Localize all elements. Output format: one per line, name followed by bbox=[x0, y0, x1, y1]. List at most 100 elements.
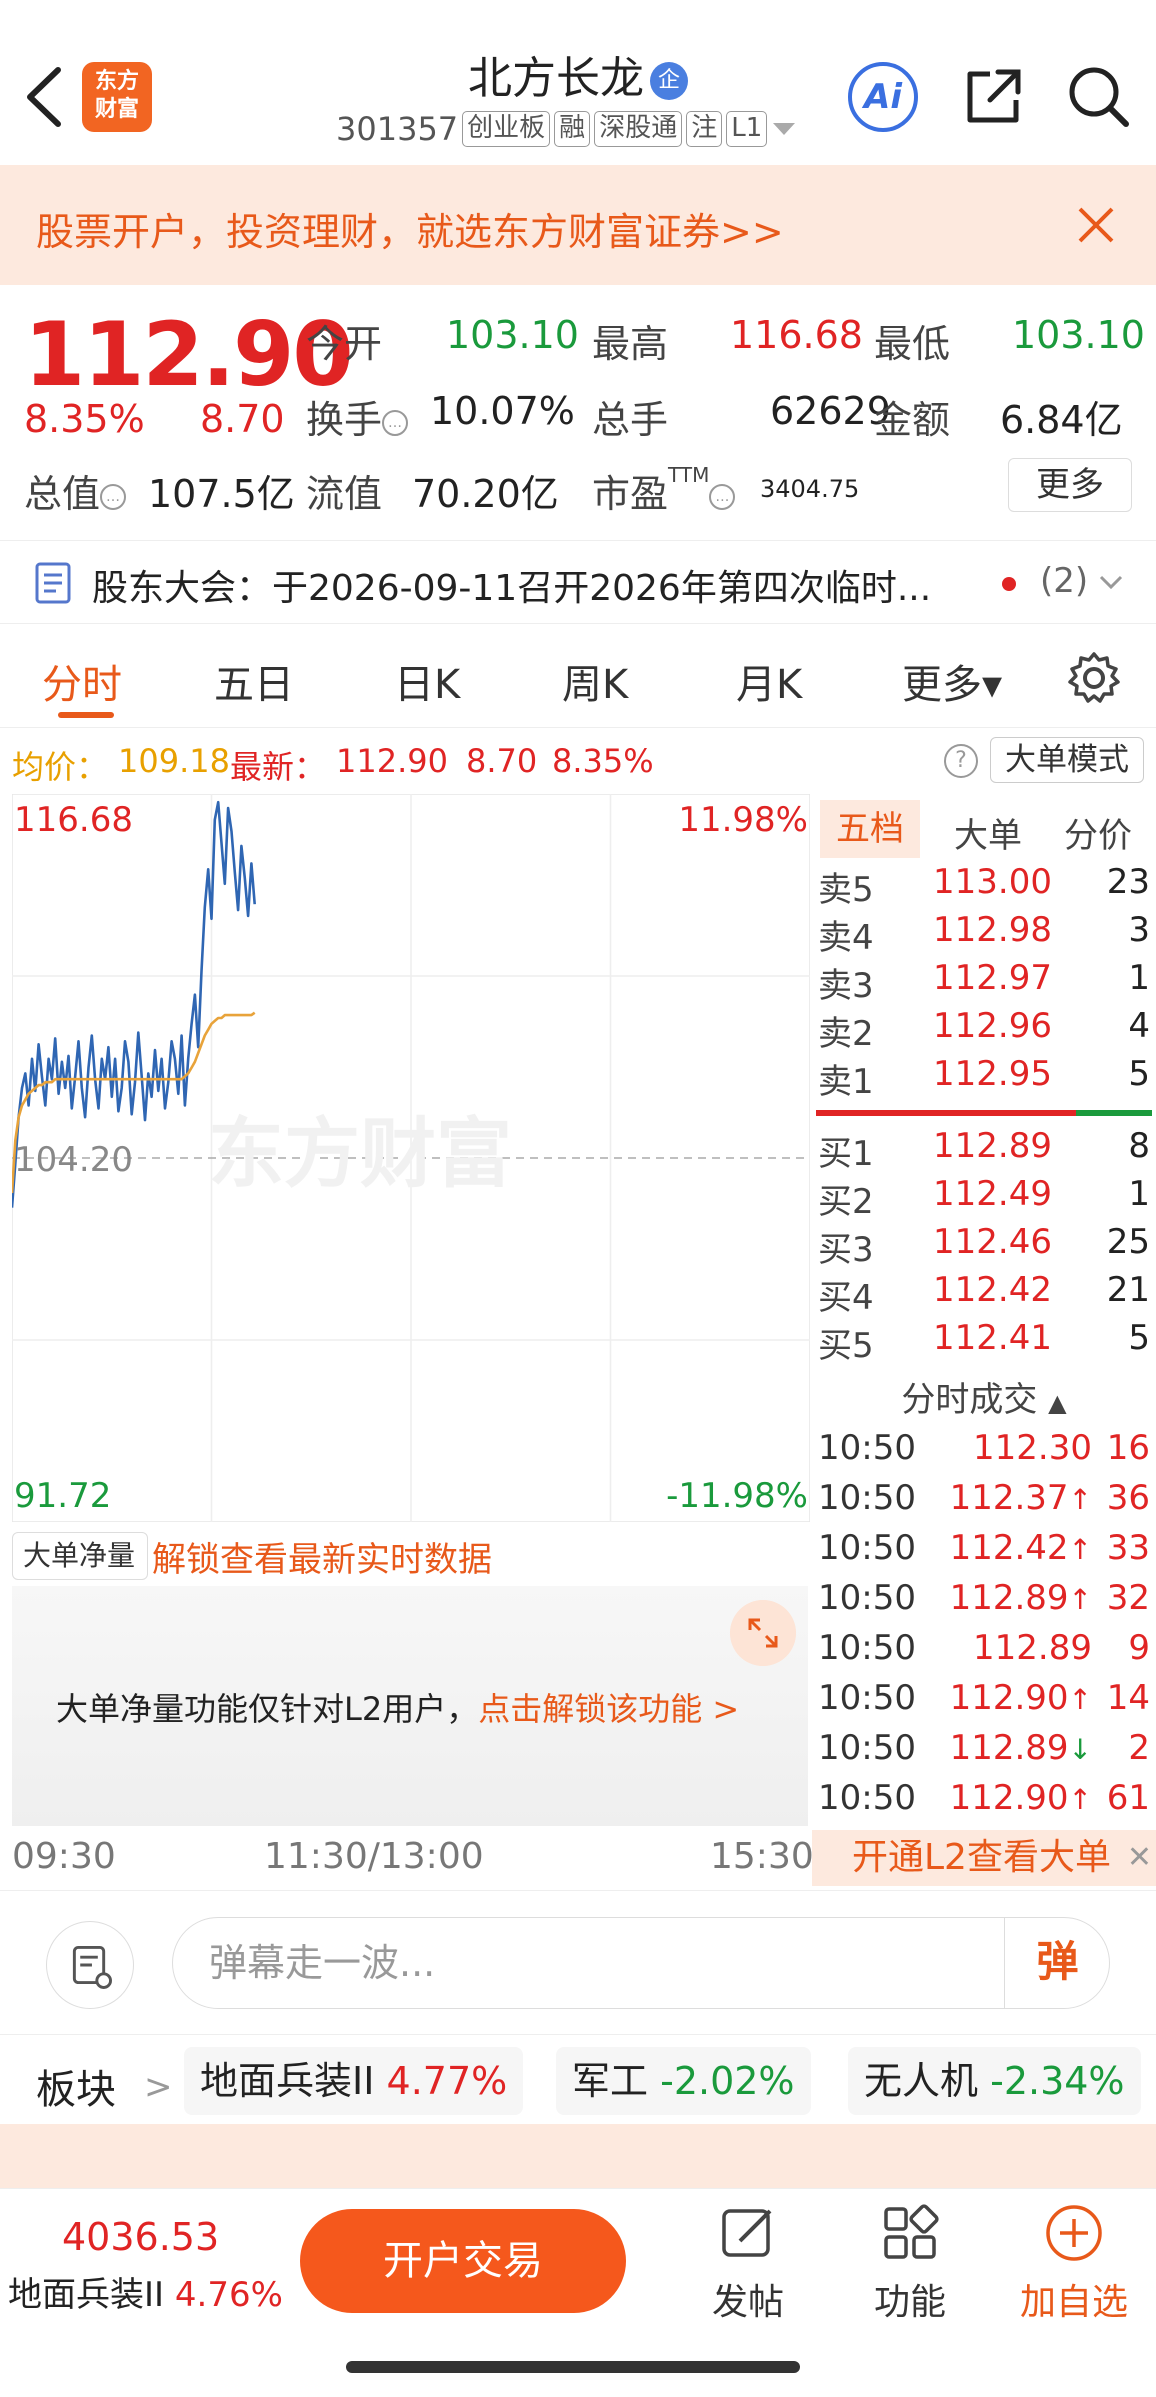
high-label: 最高 bbox=[592, 322, 669, 366]
l2-panel: 大单净量 ▼ 解锁查看最新实时数据 大单净量功能仅针对L2用户，点击解锁该功能 … bbox=[0, 1522, 810, 1826]
tab-monthly-k[interactable]: 月K bbox=[736, 652, 802, 710]
more-button[interactable]: 更多 bbox=[1008, 458, 1132, 512]
book-level-label: 卖4 bbox=[818, 918, 874, 958]
big-order-mode-button[interactable]: 大单模式 bbox=[990, 737, 1144, 783]
avg-value: 109.18 bbox=[118, 742, 230, 780]
share-icon[interactable] bbox=[962, 64, 1026, 128]
home-indicator[interactable] bbox=[346, 2361, 800, 2373]
notice-text[interactable]: 股东大会：于2026-09-11召开2026年第四次临时... bbox=[92, 559, 931, 611]
sector-chip-name: 地面兵装II bbox=[200, 2059, 375, 2103]
y-axis-mid-label: 104.20 bbox=[14, 1140, 133, 1180]
unlock-realtime-link[interactable]: 解锁查看最新实时数据 bbox=[152, 1532, 492, 1581]
function-button[interactable]: 功能 bbox=[850, 2203, 970, 2325]
sector-chip-pct: -2.02% bbox=[660, 2059, 795, 2103]
danmaku-settings-icon[interactable] bbox=[46, 1921, 134, 2009]
danmaku-input[interactable]: 弹幕走一波... bbox=[172, 1917, 1110, 2009]
promo-banner[interactable]: 股票开户，投资理财，就选东方财富证券>> bbox=[0, 165, 1156, 285]
expand-icon[interactable] bbox=[730, 1600, 796, 1666]
dropdown-triangle-icon bbox=[773, 123, 796, 135]
plus-circle-icon bbox=[1046, 2205, 1102, 2261]
tab-daily-k[interactable]: 日K bbox=[394, 652, 460, 710]
pe-label: 市盈TTM… bbox=[592, 463, 736, 518]
info-icon[interactable]: … bbox=[709, 483, 736, 510]
trade-direction: ↑ bbox=[1068, 1583, 1092, 1616]
danmaku-send-button[interactable]: 弹 bbox=[1004, 1917, 1110, 2009]
stock-code-row[interactable]: 301357 创业板 融 深股通 注 L1 bbox=[336, 110, 797, 148]
mktcap-label-text: 总值 bbox=[24, 472, 101, 516]
intraday-chart[interactable]: 116.68 104.20 91.72 11.98% -11.98% 东方财富 bbox=[12, 794, 810, 1522]
book-level-label: 卖5 bbox=[818, 870, 874, 910]
net-volume-dropdown[interactable]: 大单净量 ▼ bbox=[12, 1532, 148, 1616]
chevron-down-icon[interactable] bbox=[1098, 569, 1124, 595]
book-row[interactable]: 卖2 112.96 4 bbox=[812, 1006, 1156, 1054]
index-value[interactable]: 4036.53 bbox=[62, 2215, 219, 2259]
post-button[interactable]: 发帖 bbox=[688, 2203, 808, 2325]
tab-price-volume[interactable]: 分价 bbox=[1064, 808, 1132, 857]
book-row[interactable]: 买5 112.41 5 bbox=[812, 1318, 1156, 1366]
sector-chip[interactable]: 地面兵装II 4.77% bbox=[184, 2047, 524, 2115]
tab-weekly-k[interactable]: 周K bbox=[562, 652, 628, 710]
gear-icon[interactable] bbox=[1066, 650, 1122, 706]
sector-label[interactable]: 板块 bbox=[36, 2057, 116, 2115]
tab-five-levels[interactable]: 五档 bbox=[820, 800, 920, 858]
trade-row: 10:50 112.37↑ 36 bbox=[812, 1478, 1156, 1524]
book-volume: 4 bbox=[1128, 1006, 1150, 1046]
info-icon[interactable]: … bbox=[100, 483, 127, 510]
add-watchlist-label: 加自选 bbox=[1019, 2282, 1128, 2323]
promo-strip[interactable] bbox=[0, 2124, 1156, 2188]
tab-more[interactable]: 更多▾ bbox=[902, 652, 1002, 710]
book-volume: 5 bbox=[1128, 1054, 1150, 1094]
ai-icon[interactable]: Ai bbox=[848, 62, 918, 132]
book-row[interactable]: 买3 112.46 25 bbox=[812, 1222, 1156, 1270]
tab-intraday[interactable]: 分时 bbox=[42, 652, 122, 710]
trade-volume: 2 bbox=[1128, 1728, 1150, 1768]
book-row[interactable]: 买4 112.42 21 bbox=[812, 1270, 1156, 1318]
trade-direction: ↓ bbox=[1068, 1733, 1092, 1766]
sector-chip[interactable]: 军工 -2.02% bbox=[556, 2047, 811, 2115]
book-row[interactable]: 买1 112.89 8 bbox=[812, 1126, 1156, 1174]
help-icon[interactable]: ? bbox=[944, 744, 978, 778]
trade-row: 10:50 112.90↑ 14 bbox=[812, 1678, 1156, 1724]
open-l2-button[interactable]: 开通L2查看大单 ✕ bbox=[812, 1830, 1156, 1886]
tab-underline bbox=[58, 712, 114, 718]
book-row[interactable]: 卖1 112.95 5 bbox=[812, 1054, 1156, 1102]
trade-header[interactable]: 分时成交 ▲ bbox=[812, 1372, 1156, 1421]
book-level-label: 买1 bbox=[818, 1134, 874, 1174]
unread-dot bbox=[1002, 577, 1016, 591]
tab-big-orders[interactable]: 大单 bbox=[954, 808, 1022, 857]
book-price: 112.89 bbox=[933, 1126, 1052, 1166]
trade-header-text: 分时成交 bbox=[901, 1380, 1038, 1420]
latest-pct: 8.35% bbox=[552, 742, 654, 780]
info-icon[interactable]: … bbox=[382, 409, 409, 436]
book-row[interactable]: 卖3 112.97 1 bbox=[812, 958, 1156, 1006]
book-level-label: 买3 bbox=[818, 1230, 874, 1270]
trade-price-value: 112.37 bbox=[949, 1478, 1069, 1518]
add-watchlist-button[interactable]: 加自选 bbox=[1014, 2203, 1134, 2325]
open-l2-text: 开通L2查看大单 bbox=[852, 1837, 1111, 1878]
close-icon[interactable]: ✕ bbox=[1127, 1830, 1152, 1886]
book-row[interactable]: 卖4 112.98 3 bbox=[812, 910, 1156, 958]
book-price: 112.95 bbox=[933, 1054, 1052, 1094]
trade-time: 10:50 bbox=[818, 1528, 916, 1568]
book-price: 112.49 bbox=[933, 1174, 1052, 1214]
close-icon[interactable] bbox=[1074, 203, 1118, 247]
banner-text[interactable]: 股票开户，投资理财，就选东方财富证券>> bbox=[36, 201, 784, 256]
chevron-right-icon[interactable]: > bbox=[144, 2067, 173, 2107]
l2-message-text: 大单净量功能仅针对L2用户， bbox=[56, 1690, 479, 1728]
open-trade-button[interactable]: 开户交易 bbox=[300, 2209, 626, 2313]
book-row[interactable]: 买2 112.49 1 bbox=[812, 1174, 1156, 1222]
book-price: 113.00 bbox=[933, 862, 1052, 902]
latest-value: 112.90 bbox=[336, 742, 448, 780]
search-icon[interactable] bbox=[1066, 64, 1130, 128]
book-level-label: 买2 bbox=[818, 1182, 874, 1222]
tab-five-day[interactable]: 五日 bbox=[214, 652, 294, 710]
book-row[interactable]: 卖5 113.00 23 bbox=[812, 862, 1156, 910]
trade-row: 10:50 112.89↓ 2 bbox=[812, 1728, 1156, 1774]
trade-time: 10:50 bbox=[818, 1428, 916, 1468]
stock-code: 301357 bbox=[336, 110, 459, 148]
notice-row[interactable]: 股东大会：于2026-09-11召开2026年第四次临时... (2) bbox=[0, 540, 1156, 624]
index-name[interactable]: 地面兵装II 4.76% bbox=[8, 2267, 283, 2316]
sector-chip[interactable]: 无人机 -2.34% bbox=[848, 2047, 1141, 2115]
l2-locked-box: 大单净量功能仅针对L2用户，点击解锁该功能 > bbox=[12, 1586, 808, 1826]
l2-unlock-link[interactable]: 点击解锁该功能 > bbox=[478, 1690, 739, 1728]
